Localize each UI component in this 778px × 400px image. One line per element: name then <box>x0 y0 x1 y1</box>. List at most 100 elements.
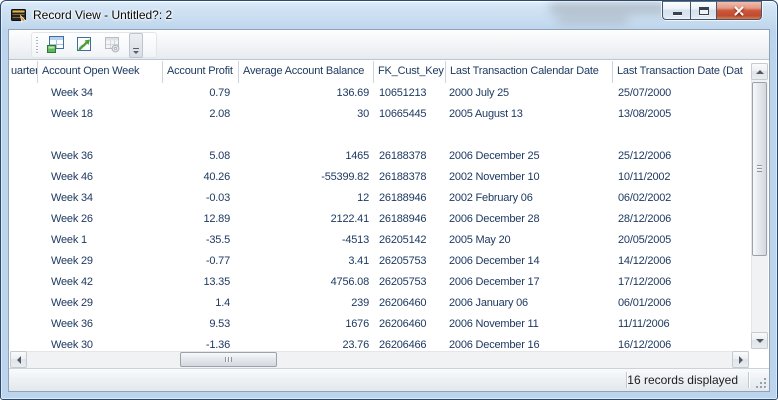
table-cell: Week 46 <box>38 167 163 188</box>
table-cell: 06/02/2002 <box>613 188 750 209</box>
table-cell: 2006 December 25 <box>446 146 613 167</box>
horizontal-scrollbar-thumb[interactable] <box>180 352 277 367</box>
table-cell: 13.35 <box>163 272 239 293</box>
scroll-down-button[interactable] <box>751 332 768 349</box>
table-cell: Week 18 <box>38 104 163 125</box>
table-cell: 26188378 <box>374 146 446 167</box>
column-header-average-account-balance[interactable]: Average Account Balance <box>239 61 374 83</box>
table-cell: 1676 <box>239 314 374 335</box>
table-cell: 2006 December 16 <box>446 335 613 351</box>
table-header-row: uarterAccount Open WeekAccount ProfitAve… <box>9 61 750 83</box>
table-cell: 10665445 <box>374 104 446 125</box>
table-cell <box>163 125 239 146</box>
table-row[interactable]: Week 369.531676262064602006 November 111… <box>9 314 750 335</box>
table-cell: 2000 July 25 <box>446 83 613 104</box>
table-cell: Week 26 <box>38 209 163 230</box>
table-cell: 30 <box>239 104 374 125</box>
table-cell <box>9 167 38 188</box>
table-cell: 11/11/2006 <box>613 314 750 335</box>
table-row[interactable]: Week 4213.354756.08262057532006 December… <box>9 272 750 293</box>
resize-grip-handle[interactable] <box>753 375 766 388</box>
table-cell <box>9 230 38 251</box>
table-cell <box>239 125 374 146</box>
status-bar: 16 records displayed <box>9 368 769 391</box>
table-cell <box>9 83 38 104</box>
table-cell: 5.08 <box>163 146 239 167</box>
table-row[interactable]: Week 1-35.5-4513262051422005 May 2020/05… <box>9 230 750 251</box>
table-cell: 2005 May 20 <box>446 230 613 251</box>
table-row[interactable]: Week 30-1.3623.76262064662006 December 1… <box>9 335 750 351</box>
table-cell <box>9 335 38 351</box>
column-header-fk-cust-key[interactable]: FK_Cust_Key <box>374 61 446 83</box>
toolbar-grip-handle[interactable] <box>36 37 38 54</box>
scroll-right-button[interactable] <box>732 351 749 368</box>
table-cell: Week 29 <box>38 251 163 272</box>
table-cell: Week 30 <box>38 335 163 351</box>
minimize-icon <box>673 12 682 15</box>
table-cell: -4513 <box>239 230 374 251</box>
table-cell: Week 34 <box>38 188 163 209</box>
table-cell <box>613 125 750 146</box>
record-view-button[interactable] <box>45 34 67 56</box>
table-cell: 26188946 <box>374 209 446 230</box>
table-cell: Week 42 <box>38 272 163 293</box>
table-row[interactable]: Week 340.79136.69106512132000 July 2525/… <box>9 83 750 104</box>
table-row[interactable]: Week 365.081465261883782006 December 252… <box>9 146 750 167</box>
column-header-account-profit[interactable]: Account Profit <box>163 61 239 83</box>
minimize-button[interactable] <box>662 1 690 20</box>
table-row[interactable] <box>9 125 750 146</box>
table-cell: 25/07/2000 <box>613 83 750 104</box>
table-cell <box>9 188 38 209</box>
scroll-left-button[interactable] <box>10 351 27 368</box>
vertical-scrollbar[interactable] <box>751 63 768 349</box>
close-button[interactable] <box>717 1 762 20</box>
table-cell: Week 1 <box>38 230 163 251</box>
table-cell: 0.79 <box>163 83 239 104</box>
records-displayed-text: 16 records displayed <box>627 373 738 387</box>
table-cell: Week 36 <box>38 146 163 167</box>
glass-reflection <box>549 2 667 14</box>
record-view-app-icon <box>11 7 27 23</box>
table-cell: 3.41 <box>239 251 374 272</box>
scroll-right-icon <box>739 356 743 364</box>
table-row[interactable]: Week 4640.26-55399.82261883782002 Novemb… <box>9 167 750 188</box>
toolbar-overflow-button[interactable] <box>129 33 143 58</box>
vertical-scrollbar-thumb[interactable] <box>752 82 767 256</box>
maximize-icon <box>699 7 709 15</box>
table-cell: 2002 November 10 <box>446 167 613 188</box>
table-row[interactable]: Week 2612.892122.41261889462006 December… <box>9 209 750 230</box>
column-header-uarter[interactable]: uarter <box>9 61 38 83</box>
table-cell: -35.5 <box>163 230 239 251</box>
table-row[interactable]: Week 34-0.0312261889462002 February 0606… <box>9 188 750 209</box>
table-cell: 26206460 <box>374 293 446 314</box>
table-row[interactable]: Week 291.4239262064602006 January 0606/0… <box>9 293 750 314</box>
window-title: Record View - Untitled?: 2 <box>33 8 172 22</box>
table-cell: 12.89 <box>163 209 239 230</box>
maximize-button[interactable] <box>690 1 717 20</box>
close-icon <box>733 5 745 17</box>
table-cell: 2122.41 <box>239 209 374 230</box>
scroll-up-icon <box>756 70 764 74</box>
table-cell: 26205753 <box>374 272 446 293</box>
table-properties-button-disabled[interactable] <box>101 34 123 56</box>
titlebar[interactable]: Record View - Untitled?: 2 <box>1 1 777 29</box>
table-cell: Week 34 <box>38 83 163 104</box>
table-row[interactable]: Week 29-0.773.41262057532006 December 14… <box>9 251 750 272</box>
table-cell: 1465 <box>239 146 374 167</box>
column-header-last-transaction-calendar-date[interactable]: Last Transaction Calendar Date <box>446 61 613 83</box>
scroll-up-button[interactable] <box>751 63 768 80</box>
toolbar-overflow-chevron-icon <box>133 48 139 49</box>
table-cell: 13/08/2005 <box>613 104 750 125</box>
column-header-last-transaction-date-dat[interactable]: Last Transaction Date (Dat <box>613 61 750 83</box>
column-header-account-open-week[interactable]: Account Open Week <box>38 61 163 83</box>
glass-reflection <box>557 14 629 25</box>
generate-chart-button[interactable] <box>73 34 95 56</box>
app-icon[interactable] <box>11 7 27 23</box>
table-cell: 10651213 <box>374 83 446 104</box>
table-row[interactable]: Week 182.0830106654452005 August 1313/08… <box>9 104 750 125</box>
horizontal-scrollbar[interactable] <box>10 351 749 368</box>
window-controls <box>661 1 763 21</box>
record-view-table-icon <box>45 34 67 56</box>
table-cell: 1.4 <box>163 293 239 314</box>
table-properties-icon <box>101 34 123 56</box>
